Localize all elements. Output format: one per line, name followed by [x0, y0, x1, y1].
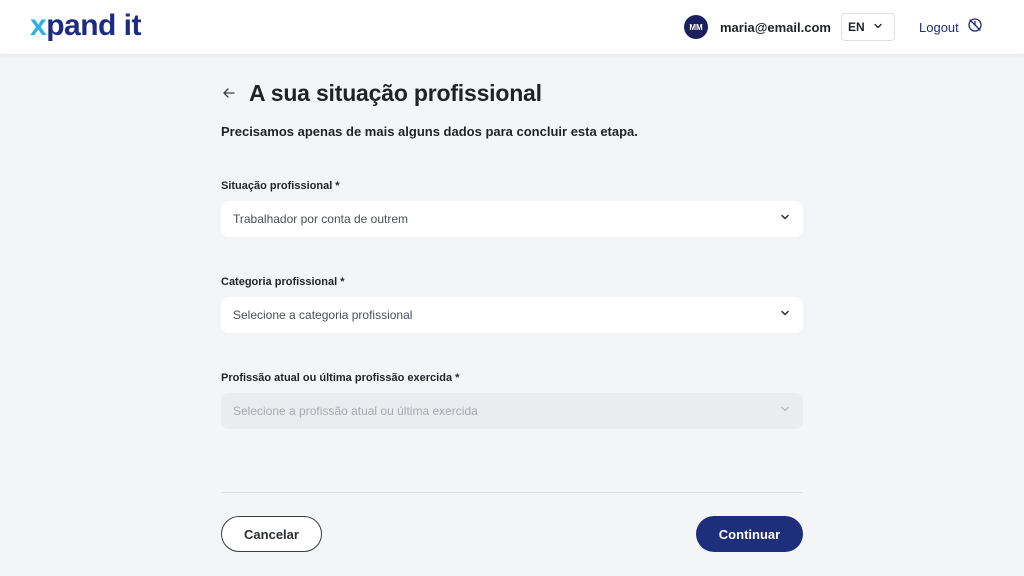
page-subtitle: Precisamos apenas de mais alguns dados p… [221, 124, 638, 139]
logout-label: Logout [919, 19, 959, 35]
arrow-left-icon[interactable] [221, 85, 237, 101]
chevron-down-icon [873, 18, 883, 36]
select-value: Selecione a profissão atual ou última ex… [233, 404, 478, 418]
chevron-down-icon [779, 402, 791, 420]
chevron-down-icon [779, 306, 791, 324]
page-header: A sua situação profissional [221, 78, 542, 108]
continue-button[interactable]: Continuar [696, 516, 803, 552]
avatar: MM [684, 15, 708, 39]
user-email: maria@email.com [720, 19, 831, 35]
profession-select: Selecione a profissão atual ou última ex… [221, 393, 803, 429]
select-value: Selecione a categoria profissional [233, 308, 413, 322]
footer-divider [221, 492, 803, 493]
logo-text: pand it [46, 9, 142, 42]
user-info: MM maria@email.com [684, 15, 831, 39]
top-header: xpand it MM maria@email.com EN Logout [0, 0, 1024, 54]
logout-icon [967, 17, 983, 38]
logo-x: x [30, 9, 47, 42]
cancel-button[interactable]: Cancelar [221, 516, 322, 552]
professional-situation-select[interactable]: Trabalhador por conta de outrem [221, 201, 803, 237]
field-label-profession: Profissão atual ou última profissão exer… [221, 372, 460, 384]
field-label-professional-category: Categoria profissional * [221, 276, 345, 288]
field-label-professional-situation: Situação profissional * [221, 180, 340, 192]
brand-logo[interactable]: xpand it [30, 8, 142, 44]
professional-category-select[interactable]: Selecione a categoria profissional [221, 297, 803, 333]
language-selector[interactable]: EN [841, 13, 895, 41]
select-value: Trabalhador por conta de outrem [233, 212, 408, 226]
chevron-down-icon [779, 210, 791, 228]
page-title: A sua situação profissional [249, 79, 542, 106]
logout-button[interactable]: Logout [919, 17, 983, 37]
language-label: EN [848, 20, 865, 34]
